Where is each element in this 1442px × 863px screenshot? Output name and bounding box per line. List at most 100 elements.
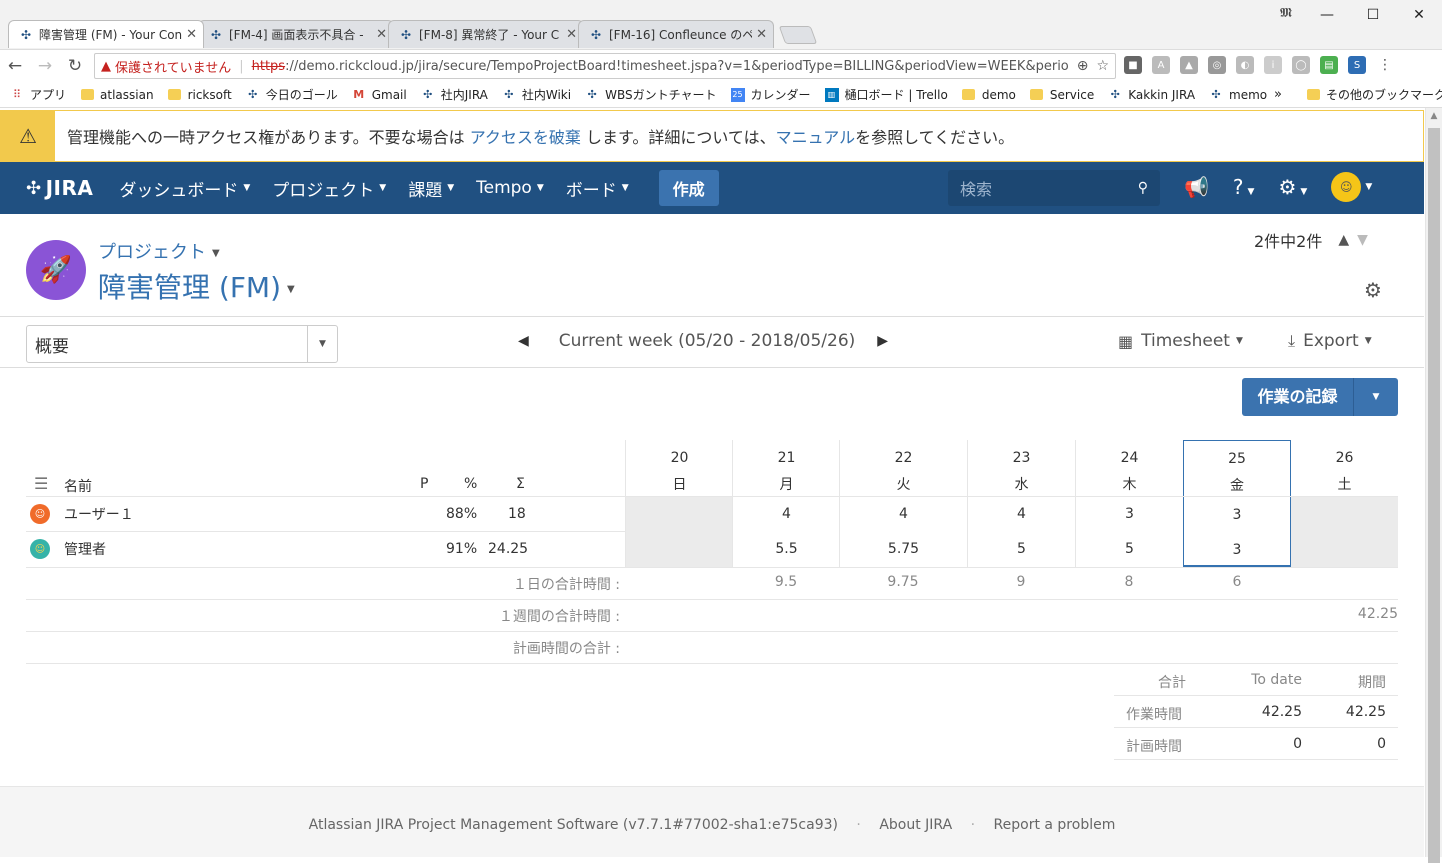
hours-cell[interactable]: 4 <box>840 506 967 522</box>
new-tab-button[interactable] <box>778 26 818 44</box>
bookmark-folder[interactable]: atlassian <box>80 88 154 102</box>
bookmark-folder[interactable]: ricksoft <box>168 88 232 102</box>
menu-icon[interactable]: ⋮ <box>1376 56 1394 74</box>
extension-icon[interactable]: ◐ <box>1236 56 1254 74</box>
close-icon[interactable]: ✕ <box>756 27 767 42</box>
hours-cell[interactable]: 5 <box>1076 541 1183 557</box>
user-name[interactable]: 管理者 <box>64 539 106 559</box>
column-header-sum[interactable]: Σ <box>516 476 525 492</box>
hours-cell[interactable]: 5.5 <box>733 541 840 557</box>
next-period-icon[interactable]: ▶ <box>877 333 888 349</box>
hours-cell[interactable]: 4 <box>733 506 840 522</box>
extension-icon[interactable]: ▤ <box>1320 56 1338 74</box>
page-title[interactable]: 障害管理 (FM) ▼ <box>98 266 295 306</box>
jira-logo[interactable]: ✣ JIRA <box>26 176 93 200</box>
log-work-label[interactable]: 作業の記録 <box>1242 378 1354 416</box>
settings-gear-icon[interactable]: ⚙ <box>1364 278 1382 302</box>
report-problem-link[interactable]: Report a problem <box>994 817 1116 833</box>
drop-access-link[interactable]: アクセスを破棄 <box>470 128 581 147</box>
browser-tab-2[interactable]: ✣ [FM-4] 画面表示不具合 - ✕ <box>198 20 394 48</box>
drag-handle-icon[interactable]: ☰ <box>34 474 48 493</box>
url-input[interactable]: ▲ 保護されていません | https ://demo.rickcloud.jp… <box>94 53 1116 79</box>
previous-arrow-icon[interactable]: ▲ <box>1338 232 1349 248</box>
hours-cell[interactable]: 3 <box>1184 542 1290 558</box>
chevron-down-icon[interactable]: ▼ <box>307 326 337 362</box>
table-row[interactable]: ☺ 管理者 <box>30 539 106 559</box>
period-label[interactable]: Current week (05/20 - 2018/05/26) <box>559 331 856 351</box>
help-menu[interactable]: ? ▼ <box>1233 175 1255 199</box>
table-row[interactable]: ☺ ユーザー１ <box>30 504 134 524</box>
bookmark-other-folder[interactable]: その他のブックマーク <box>1306 86 1442 103</box>
bookmark-link[interactable]: M Gmail <box>352 88 407 102</box>
browser-tab-4[interactable]: ✣ [FM-16] Confleunce のペ ✕ <box>578 20 774 48</box>
star-icon[interactable]: ☆ <box>1096 58 1109 74</box>
nav-projects[interactable]: プロジェクト ▼ <box>272 176 386 201</box>
view-select[interactable]: 概要 ▼ <box>26 325 338 363</box>
bookmark-link[interactable]: ▥ 樋口ボード | Trello <box>824 86 948 103</box>
breadcrumb[interactable]: プロジェクト ▼ <box>98 238 220 264</box>
zoom-icon[interactable]: ⊕ <box>1077 58 1089 74</box>
log-work-button[interactable]: 作業の記録 ▼ <box>1242 378 1398 416</box>
scrollbar-thumb[interactable] <box>1428 128 1440 863</box>
nav-issues[interactable]: 課題 ▼ <box>408 176 454 201</box>
admin-menu[interactable]: ⚙ ▼ <box>1278 175 1307 199</box>
extension-icon[interactable]: S <box>1348 56 1366 74</box>
close-icon[interactable]: ✕ <box>376 27 387 42</box>
close-icon[interactable]: ✕ <box>186 27 197 42</box>
confluence-favicon-icon: ✣ <box>504 88 514 101</box>
reload-icon[interactable]: ↻ <box>60 56 90 76</box>
hours-cell[interactable]: 3 <box>1076 506 1183 522</box>
bookmark-link[interactable]: ✣ 社内JIRA <box>421 86 488 103</box>
maximize-button[interactable]: ☐ <box>1350 0 1396 30</box>
close-window-button[interactable]: ✕ <box>1396 0 1442 30</box>
project-avatar[interactable]: 🚀 <box>26 240 86 300</box>
bookmark-folder[interactable]: demo <box>962 88 1016 102</box>
hours-cell[interactable]: 5 <box>968 541 1075 557</box>
browser-tab-3[interactable]: ✣ [FM-8] 異常終了 - Your C ✕ <box>388 20 584 48</box>
nav-boards[interactable]: ボード ▼ <box>566 176 629 201</box>
bookmark-link[interactable]: ✣ Kakkin JIRA <box>1108 88 1195 102</box>
forward-icon[interactable]: → <box>30 56 60 76</box>
nav-dashboards[interactable]: ダッシュボード ▼ <box>119 176 250 201</box>
bookmark-link[interactable]: 25 カレンダー <box>730 86 811 103</box>
drive-extension-icon[interactable]: ▲ <box>1180 56 1198 74</box>
bookmark-folder[interactable]: Service <box>1030 88 1094 102</box>
profile-icon[interactable]: 𝕸 <box>1280 6 1292 21</box>
chat-extension-icon[interactable]: ◯ <box>1292 56 1310 74</box>
extension-icon[interactable]: ◎ <box>1208 56 1226 74</box>
about-link[interactable]: About JIRA <box>879 817 952 833</box>
export-menu[interactable]: ⤓ Export ▼ <box>1288 331 1372 351</box>
bookmark-link[interactable]: ✣ WBSガントチャート <box>585 86 717 103</box>
search-input[interactable]: 検索 ⚲ <box>948 170 1160 206</box>
bookmark-link[interactable]: ✣ memo <box>1209 88 1267 102</box>
timesheet-menu[interactable]: ▦ Timesheet ▼ <box>1118 331 1243 351</box>
back-icon[interactable]: ← <box>0 56 30 76</box>
scroll-up-icon[interactable]: ▲ <box>1426 108 1442 125</box>
hours-cell[interactable]: 3 <box>1184 507 1290 523</box>
bookmark-apps[interactable]: ⠿ アプリ <box>10 86 66 103</box>
column-header-name[interactable]: 名前 <box>64 476 92 496</box>
chevron-down-icon[interactable]: ▼ <box>1354 392 1398 402</box>
bookmark-link[interactable]: ✣ 今日のゴール <box>246 86 338 103</box>
hours-cell[interactable]: 5.75 <box>840 541 967 557</box>
hours-cell[interactable]: 4 <box>968 506 1075 522</box>
bookmarks-overflow-button[interactable]: » <box>1274 87 1282 102</box>
browser-tab-1[interactable]: ✣ 障害管理 (FM) - Your Con ✕ <box>8 20 204 48</box>
extension-icon[interactable]: ■ <box>1124 56 1142 74</box>
nav-tempo[interactable]: Tempo ▼ <box>476 178 544 198</box>
manual-link[interactable]: マニュアル <box>776 128 856 147</box>
column-header-p[interactable]: P <box>420 476 428 492</box>
announcement-icon[interactable]: 📢 <box>1184 175 1209 199</box>
create-button[interactable]: 作成 <box>658 170 719 206</box>
extension-icon[interactable]: i <box>1264 56 1282 74</box>
minimize-button[interactable]: — <box>1304 0 1350 30</box>
user-name[interactable]: ユーザー１ <box>64 504 134 524</box>
column-header-percent[interactable]: % <box>464 476 477 492</box>
previous-period-icon[interactable]: ◀ <box>518 333 529 349</box>
user-menu[interactable]: ☺ ▼ <box>1331 172 1372 202</box>
bookmark-link[interactable]: ✣ 社内Wiki <box>502 86 571 103</box>
next-arrow-icon[interactable]: ▼ <box>1357 232 1368 248</box>
page-scrollbar[interactable]: ▲ <box>1425 108 1442 863</box>
close-icon[interactable]: ✕ <box>566 27 577 42</box>
pdf-extension-icon[interactable]: A <box>1152 56 1170 74</box>
